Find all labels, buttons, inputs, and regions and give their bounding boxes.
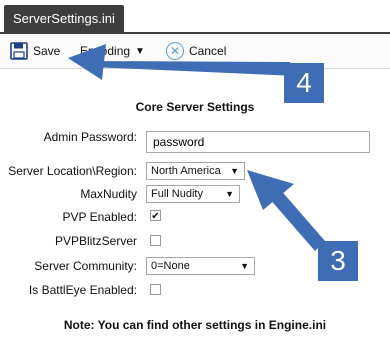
callout-badge-4: 4 (284, 63, 324, 103)
annotation-arrows (68, 44, 325, 251)
arrow-to-save (90, 61, 297, 76)
arrow-to-save-head (68, 44, 106, 80)
callout-badge-3: 3 (318, 241, 358, 281)
